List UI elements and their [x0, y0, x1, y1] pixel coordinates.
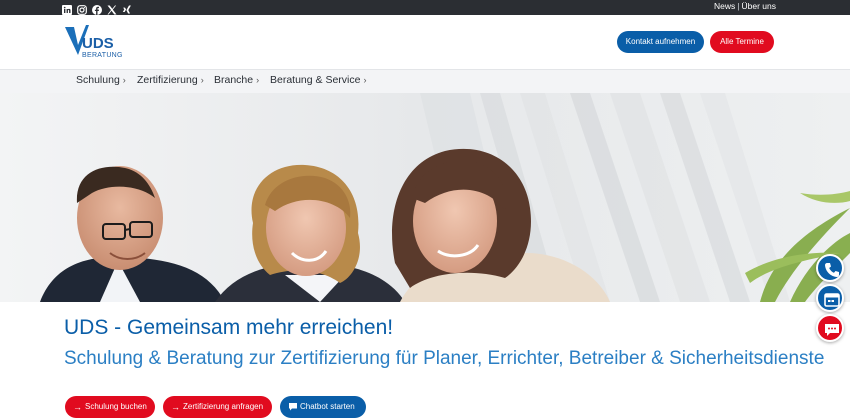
- phone-float-button[interactable]: [816, 254, 844, 282]
- chat-bubble-icon: [288, 396, 298, 420]
- start-chatbot-button[interactable]: Chatbot starten: [280, 396, 366, 418]
- page-subtitle: Schulung & Beratung zur Zertifizierung f…: [64, 348, 825, 369]
- top-bar: News | Über uns: [0, 0, 850, 15]
- chat-icon: [825, 324, 839, 336]
- calendar-float-button[interactable]: [816, 284, 844, 312]
- chevron-right-icon: ›: [256, 75, 260, 85]
- linkedin-icon[interactable]: [62, 2, 72, 15]
- nav-item-zertifizierung[interactable]: Zertifizierung ›: [137, 74, 204, 86]
- nav-item-label: Beratung & Service: [270, 74, 361, 86]
- nav-item-branche[interactable]: Branche ›: [214, 74, 259, 86]
- phone-icon: [825, 263, 839, 277]
- chevron-right-icon: ›: [363, 75, 367, 85]
- book-training-label: Schulung buchen: [85, 402, 147, 411]
- calendar-icon: [824, 293, 840, 307]
- logo-subtext: BERATUNG: [82, 52, 123, 59]
- main-nav: Schulung › Zertifizierung › Branche › Berat…: [0, 69, 850, 93]
- arrow-right-icon: →: [73, 402, 82, 412]
- top-links: News | Über uns: [714, 1, 776, 11]
- arrow-right-icon: →: [171, 402, 180, 412]
- request-certification-label: Zertifizierung anfragen: [183, 402, 264, 411]
- team-photo: [0, 93, 850, 302]
- page-title: UDS - Gemeinsam mehr erreichen!: [64, 316, 394, 339]
- nav-item-label: Schulung: [76, 74, 120, 86]
- instagram-icon[interactable]: [77, 2, 87, 15]
- social-links: [62, 2, 132, 15]
- all-events-button[interactable]: Alle Termine: [710, 31, 774, 53]
- site-header: UDS BERATUNG Kontakt aufnehmen Alle Term…: [0, 15, 850, 69]
- news-link[interactable]: News: [714, 1, 735, 11]
- intro-section: UDS - Gemeinsam mehr erreichen! Schulung…: [0, 302, 850, 418]
- book-training-button[interactable]: → Schulung buchen: [65, 396, 155, 418]
- nav-item-schulung[interactable]: Schulung ›: [76, 74, 126, 86]
- nav-item-beratung-service[interactable]: Beratung & Service ›: [270, 74, 366, 86]
- hero-image: [0, 93, 850, 302]
- chevron-right-icon: ›: [200, 75, 204, 85]
- about-link[interactable]: Über uns: [742, 1, 777, 11]
- facebook-icon[interactable]: [92, 2, 102, 15]
- nav-item-label: Zertifizierung: [137, 74, 198, 86]
- chat-float-button[interactable]: [816, 314, 844, 342]
- top-links-separator: |: [737, 1, 740, 11]
- chevron-right-icon: ›: [122, 75, 126, 85]
- nav-item-label: Branche: [214, 74, 254, 86]
- xing-icon[interactable]: [122, 2, 132, 14]
- request-certification-button[interactable]: → Zertifizierung anfragen: [163, 396, 272, 418]
- contact-button[interactable]: Kontakt aufnehmen: [617, 31, 704, 53]
- start-chatbot-label: Chatbot starten: [300, 402, 355, 411]
- x-icon[interactable]: [107, 2, 117, 15]
- logo-text: UDS: [82, 35, 114, 52]
